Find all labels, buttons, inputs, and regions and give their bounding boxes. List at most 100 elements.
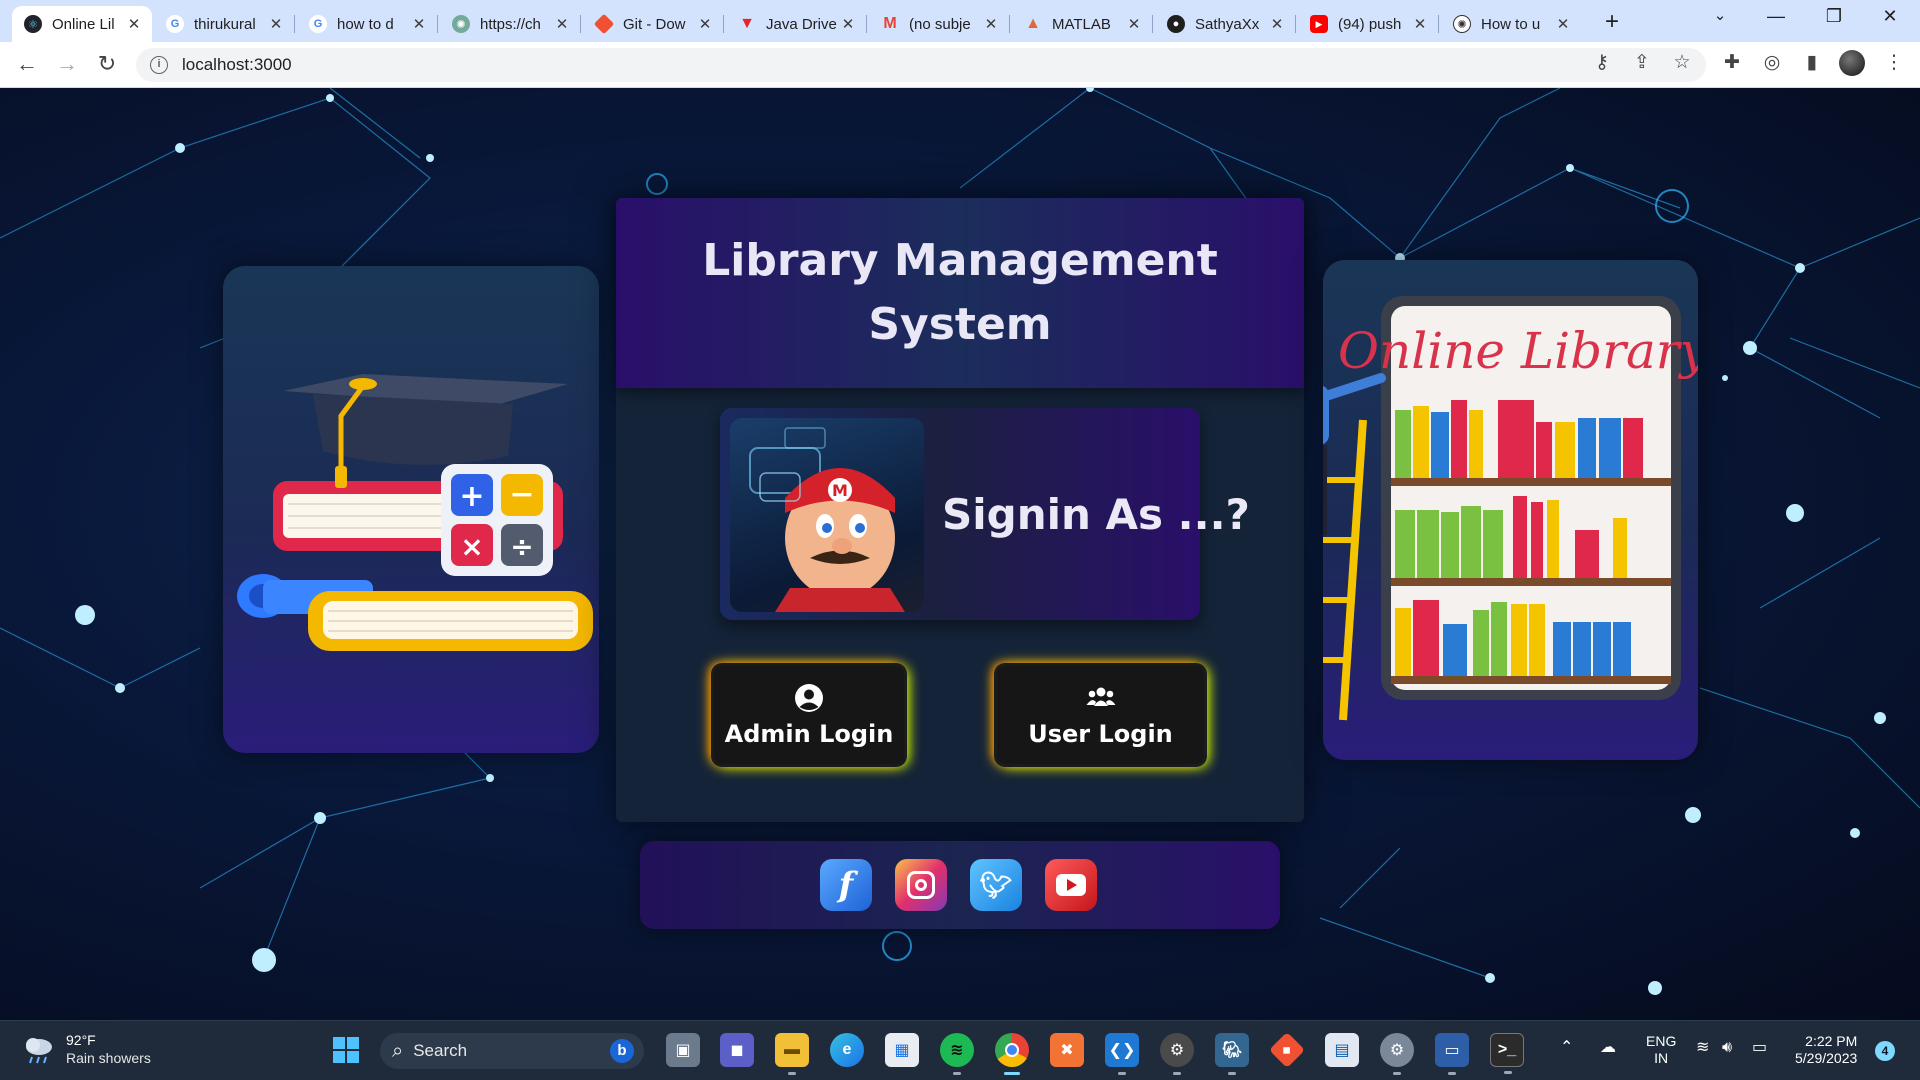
tab-thirukural[interactable]: G thirukural ✕ xyxy=(154,6,295,42)
battery-icon[interactable]: ▭ xyxy=(1752,1039,1767,1056)
tab-youtube[interactable]: ▶ (94) push ✕ xyxy=(1298,6,1439,42)
close-icon[interactable]: ✕ xyxy=(126,15,142,33)
tab-git[interactable]: Git - Dow ✕ xyxy=(583,6,724,42)
close-icon[interactable]: ✕ xyxy=(1126,15,1142,33)
bookmark-star-icon[interactable]: ☆ xyxy=(1668,51,1696,74)
bing-icon[interactable]: b xyxy=(610,1039,634,1063)
tab-title: (94) push xyxy=(1338,15,1402,33)
wifi-icon[interactable]: ≋ xyxy=(1696,1039,1709,1056)
microsoft-store-icon[interactable]: ▦ xyxy=(885,1033,919,1067)
task-view-icon[interactable]: ▣ xyxy=(666,1033,700,1067)
browser-toolbar: ← → ↻ i localhost:3000 ⚷ ⇪ ☆ ✚ ◎ ▮ ⋮ xyxy=(0,42,1920,88)
close-icon[interactable]: ✕ xyxy=(268,15,284,33)
weather-temp: 92°F xyxy=(66,1032,96,1048)
back-button[interactable]: ← xyxy=(12,51,42,77)
url-text: localhost:3000 xyxy=(182,55,292,74)
close-icon[interactable]: ✕ xyxy=(697,15,713,33)
key-icon[interactable]: ⚷ xyxy=(1588,51,1616,74)
reload-button[interactable]: ↻ xyxy=(92,51,122,77)
tab-title: Git - Dow xyxy=(623,15,686,33)
terminal-icon[interactable]: >_ xyxy=(1490,1033,1524,1074)
instagram-icon[interactable] xyxy=(895,859,947,911)
system-settings-icon[interactable]: ⚙ xyxy=(1380,1033,1414,1075)
xampp-icon[interactable]: ✖ xyxy=(1050,1033,1084,1067)
tab-gmail[interactable]: M (no subje ✕ xyxy=(869,6,1010,42)
login-card: Library Management System M Signin As ..… xyxy=(616,198,1304,822)
settings-gear-icon[interactable]: ⚙ xyxy=(1160,1033,1194,1075)
vscode-icon[interactable]: ❮❯ xyxy=(1105,1033,1139,1075)
git-icon xyxy=(593,13,615,35)
tab-search-icon[interactable]: ⌄ xyxy=(1700,6,1740,24)
tab-title: how to d xyxy=(337,15,394,33)
browser-tabstrip: ⚛ Online Lil ✕ G thirukural ✕ G how to d… xyxy=(0,0,1920,42)
restore-button[interactable]: ❐ xyxy=(1814,6,1854,27)
admin-login-button[interactable]: Admin Login xyxy=(714,666,904,764)
tab-github[interactable]: ● SathyaXx ✕ xyxy=(1155,6,1296,42)
close-icon[interactable]: ✕ xyxy=(983,15,999,33)
openai-icon: ✺ xyxy=(1453,15,1471,33)
rain-cloud-icon xyxy=(26,1038,52,1064)
youtube-icon[interactable] xyxy=(1045,859,1097,911)
tab-online-library[interactable]: ⚛ Online Lil ✕ xyxy=(12,6,152,42)
clock-date: 5/29/2023 xyxy=(1795,1050,1858,1066)
close-icon[interactable]: ✕ xyxy=(1412,15,1428,33)
matlab-icon: ▲ xyxy=(1025,15,1041,32)
svg-text:M: M xyxy=(832,481,848,500)
react-icon: ⚛ xyxy=(24,15,42,33)
spotify-icon[interactable]: ≋ xyxy=(940,1033,974,1075)
minimize-button[interactable]: — xyxy=(1756,6,1796,27)
teams-chat-icon[interactable]: ◼ xyxy=(720,1033,754,1067)
tab-how-to[interactable]: G how to d ✕ xyxy=(297,6,438,42)
close-icon[interactable]: ✕ xyxy=(840,15,856,33)
extension-icon[interactable]: ◎ xyxy=(1758,51,1786,74)
language-indicator[interactable]: ENG IN xyxy=(1646,1033,1676,1067)
svg-text:÷: ÷ xyxy=(510,530,533,563)
taskbar-search-box[interactable]: ⌕ Search b xyxy=(380,1033,644,1069)
twitter-icon[interactable]: 🐦︎ xyxy=(970,859,1022,911)
close-icon[interactable]: ✕ xyxy=(554,15,570,33)
address-bar[interactable]: i localhost:3000 xyxy=(136,48,1706,82)
git-gui-icon[interactable]: ◆ xyxy=(1268,1031,1306,1069)
remote-desktop-icon[interactable]: ▭ xyxy=(1435,1033,1469,1075)
page-title: Library Management System xyxy=(702,235,1218,350)
tab-matlab[interactable]: ▲ MATLAB ✕ xyxy=(1012,6,1153,42)
tab-how-to-use[interactable]: ✺ How to u ✕ xyxy=(1441,6,1581,42)
svg-text:×: × xyxy=(460,530,483,563)
control-panel-icon[interactable]: ▤ xyxy=(1325,1033,1359,1067)
tab-chatgpt[interactable]: ✺ https://ch ✕ xyxy=(440,6,581,42)
facebook-icon[interactable]: f xyxy=(820,859,872,911)
weather-widget[interactable]: 92°F Rain showers xyxy=(22,1031,151,1067)
tray-chevron-icon[interactable]: ⌃ xyxy=(1560,1039,1573,1056)
user-login-button[interactable]: User Login xyxy=(997,666,1204,764)
new-tab-button[interactable]: + xyxy=(1597,8,1627,36)
notification-badge[interactable]: 4 xyxy=(1875,1041,1895,1061)
tab-title: thirukural xyxy=(194,15,256,33)
edge-icon[interactable]: e xyxy=(830,1033,864,1067)
google-icon: G xyxy=(309,15,327,33)
clock[interactable]: 2:22 PM 5/29/2023 xyxy=(1795,1033,1857,1067)
windows-start-icon[interactable] xyxy=(329,1033,363,1067)
vercel-icon: ▼ xyxy=(739,15,755,32)
profile-avatar[interactable] xyxy=(1838,50,1866,82)
share-icon[interactable]: ⇪ xyxy=(1628,51,1656,74)
svg-text:+: + xyxy=(459,479,484,514)
menu-kebab-icon[interactable]: ⋮ xyxy=(1880,51,1908,74)
forward-button[interactable]: → xyxy=(52,51,82,77)
volume-icon[interactable]: 🔊︎ xyxy=(1722,1039,1732,1056)
google-icon: G xyxy=(166,15,184,33)
site-info-icon[interactable]: i xyxy=(150,56,168,74)
weather-desc: Rain showers xyxy=(66,1050,151,1066)
extensions-icon[interactable]: ✚ xyxy=(1718,51,1746,74)
onedrive-cloud-icon[interactable]: ☁ xyxy=(1600,1039,1616,1056)
chrome-icon[interactable] xyxy=(995,1033,1029,1075)
side-panel-icon[interactable]: ▮ xyxy=(1798,51,1826,74)
postgresql-icon[interactable]: 🐘︎ xyxy=(1215,1033,1249,1075)
github-icon: ● xyxy=(1167,15,1185,33)
close-icon[interactable]: ✕ xyxy=(1555,15,1571,33)
tab-java-drive[interactable]: ▼ Java Drive ✕ xyxy=(726,6,867,42)
close-icon[interactable]: ✕ xyxy=(1269,15,1285,33)
file-explorer-icon[interactable]: ▬ xyxy=(775,1033,809,1075)
graduation-illustration-panel: + − × ÷ xyxy=(223,266,599,753)
close-window-button[interactable]: ✕ xyxy=(1870,6,1910,27)
close-icon[interactable]: ✕ xyxy=(411,15,427,33)
